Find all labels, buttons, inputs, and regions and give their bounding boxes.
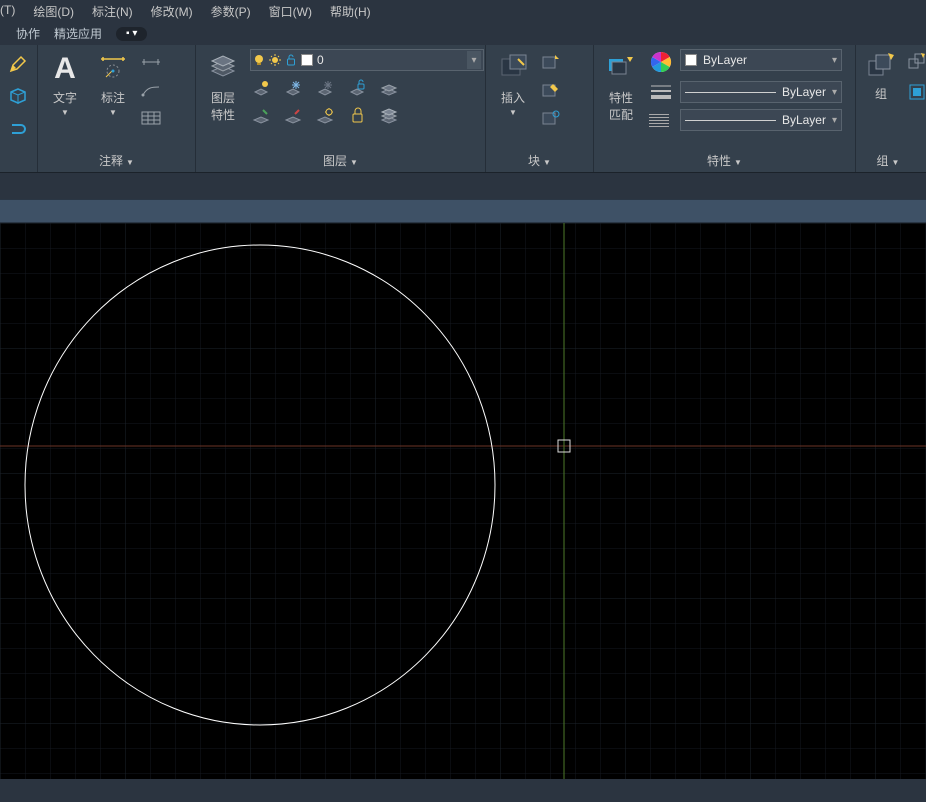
layer-properties-button[interactable]: 图层 特性 — [202, 49, 244, 123]
menu-item-help[interactable]: 帮助(H) — [330, 3, 371, 20]
layer-unlock-icon[interactable] — [346, 77, 368, 99]
menu-bar: (T) 绘图(D) 标注(N) 修改(M) 参数(P) 窗口(W) 帮助(H) — [0, 0, 926, 23]
lightbulb-on-icon — [253, 54, 265, 66]
sun-icon — [269, 54, 281, 66]
layer-props-label: 图层 特性 — [211, 89, 235, 123]
pencil-icon[interactable] — [7, 53, 29, 75]
drawing-canvas[interactable] — [0, 223, 926, 779]
layer-selector[interactable]: 0 ▾ — [250, 49, 484, 71]
lineweight-icon[interactable] — [648, 81, 674, 103]
layer-name: 0 — [317, 53, 324, 67]
linear-dim-icon[interactable] — [140, 51, 162, 73]
menu-item-modify[interactable]: 修改(M) — [151, 3, 193, 20]
color-wheel-icon[interactable] — [648, 49, 674, 75]
color-swatch — [685, 54, 697, 66]
insert-label: 插入 — [501, 89, 525, 106]
ribbon: A 文字 ▼ 标注 ▼ 注释▼ — [0, 45, 926, 173]
lineweight-select[interactable]: ByLayer ▾ — [680, 81, 842, 103]
leader-icon[interactable] — [140, 79, 162, 101]
layer-iso-icon[interactable] — [250, 105, 272, 127]
layer-thaw-icon[interactable] — [314, 105, 336, 127]
dropdown-arrow-icon[interactable]: ▾ — [467, 51, 481, 69]
layer-freeze-icon[interactable] — [282, 77, 304, 99]
color-value: ByLayer — [703, 53, 747, 67]
panel-title-group[interactable]: 组▼ — [862, 150, 914, 172]
model-space[interactable] — [0, 223, 926, 779]
lock-open-icon — [285, 54, 297, 66]
linetype-value: ByLayer — [782, 113, 826, 127]
menu-item-T[interactable]: (T) — [0, 3, 15, 20]
create-block-icon[interactable] — [540, 51, 562, 73]
match-label: 特性 匹配 — [609, 89, 633, 123]
table-icon[interactable] — [140, 107, 162, 129]
linetype-icon[interactable] — [648, 109, 674, 131]
layer-lock-icon[interactable] — [314, 77, 336, 99]
layer-uniso-icon[interactable] — [282, 105, 304, 127]
svg-text:A: A — [54, 52, 76, 85]
tab-more[interactable]: ▪ ▾ — [116, 27, 147, 41]
dimension-button[interactable]: 标注 ▼ — [92, 49, 134, 117]
tab-featured[interactable]: 精选应用 — [54, 25, 102, 42]
panel-annotate: A 文字 ▼ 标注 ▼ 注释▼ — [38, 45, 196, 172]
panel-block: 插入 ▼ 块▼ — [486, 45, 594, 172]
layer-color-swatch — [301, 54, 313, 66]
match-properties-button[interactable]: 特性 匹配 — [600, 49, 642, 123]
insert-block-button[interactable]: 插入 ▼ — [492, 49, 534, 117]
block-attr-icon[interactable] — [540, 107, 562, 129]
menu-item-param[interactable]: 参数(P) — [211, 3, 251, 20]
annotate-small-buttons — [140, 49, 162, 129]
linetype-select[interactable]: ByLayer ▾ — [680, 109, 842, 131]
document-tab-strip[interactable] — [0, 199, 926, 223]
panel-properties: 特性 匹配 — [594, 45, 856, 172]
panel-layers: 图层 特性 0 ▾ — [196, 45, 486, 172]
panel-title-properties[interactable]: 特性▼ — [600, 150, 849, 172]
panel-title-annotate[interactable]: 注释▼ — [44, 150, 189, 172]
text-button[interactable]: A 文字 ▼ — [44, 49, 86, 117]
color-select[interactable]: ByLayer ▾ — [680, 49, 842, 71]
group-label: 组 — [875, 85, 887, 102]
menu-item-dim[interactable]: 标注(N) — [92, 3, 133, 20]
lineweight-value: ByLayer — [782, 85, 826, 99]
tab-collab[interactable]: 协作 — [16, 25, 40, 42]
panel-title-empty — [4, 153, 31, 172]
menu-item-draw[interactable]: 绘图(D) — [33, 3, 74, 20]
dim-label: 标注 — [101, 89, 125, 106]
edit-block-icon[interactable] — [540, 79, 562, 101]
ribbon-tabs: 协作 精选应用 ▪ ▾ — [0, 23, 926, 45]
panel-title-layers[interactable]: 图层▼ — [202, 150, 479, 172]
group-button[interactable]: 组 — [862, 49, 900, 102]
group-edit-icon[interactable] — [906, 81, 926, 103]
panel-group: 组 组▼ — [856, 45, 920, 172]
layer-state-icon[interactable] — [378, 105, 400, 127]
text-label: 文字 — [53, 89, 77, 106]
panel-title-block[interactable]: 块▼ — [492, 150, 587, 172]
layer-lock2-icon[interactable] — [346, 105, 368, 127]
ungroup-icon[interactable] — [906, 51, 926, 73]
layer-make-current-icon[interactable] — [378, 77, 400, 99]
menu-item-window[interactable]: 窗口(W) — [269, 3, 312, 20]
panel-tools-left — [0, 45, 38, 172]
layer-off-icon[interactable] — [250, 77, 272, 99]
box-icon[interactable] — [7, 85, 29, 107]
socket-icon[interactable] — [7, 117, 29, 139]
